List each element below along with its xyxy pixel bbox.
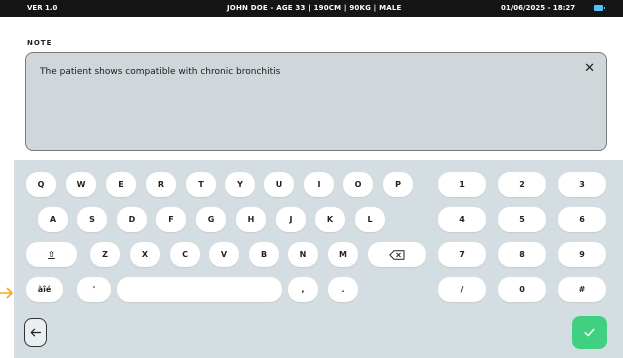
shift-key[interactable]: ⇧	[26, 242, 77, 267]
backspace-key[interactable]	[368, 242, 426, 267]
numpad-key-5[interactable]: 5	[498, 207, 546, 232]
arrow-left-icon	[30, 328, 41, 337]
arrow-right-icon	[0, 287, 13, 299]
numpad-key-8[interactable]: 8	[498, 242, 546, 267]
version-label: VER 1.0	[27, 4, 58, 12]
patient-info: JOHN DOE - AGE 33 | 190CM | 90KG | MALE	[227, 4, 402, 12]
numpad-key-hash[interactable]: #	[558, 277, 606, 302]
key-z[interactable]: Z	[90, 242, 120, 267]
numpad-key-1[interactable]: 1	[438, 172, 486, 197]
key-p[interactable]: P	[383, 172, 413, 197]
on-screen-keyboard: Q W E R T Y U I O P A S D F G H J K L ⇧ …	[14, 160, 623, 358]
apostrophe-key[interactable]: '	[77, 277, 111, 302]
key-f[interactable]: F	[156, 207, 186, 232]
backspace-icon	[389, 249, 405, 260]
key-h[interactable]: H	[236, 207, 266, 232]
datetime-label: 01/06/2025 - 18:27	[501, 4, 576, 12]
numpad-key-2[interactable]: 2	[498, 172, 546, 197]
battery-icon	[594, 5, 605, 11]
key-s[interactable]: S	[77, 207, 107, 232]
key-g[interactable]: G	[196, 207, 226, 232]
spacebar-key[interactable]	[117, 277, 282, 302]
key-w[interactable]: W	[66, 172, 96, 197]
key-l[interactable]: L	[355, 207, 385, 232]
key-a[interactable]: A	[38, 207, 68, 232]
key-u[interactable]: U	[264, 172, 294, 197]
period-key[interactable]: .	[328, 277, 358, 302]
note-text: The patient shows compatible with chroni…	[40, 67, 281, 77]
key-x[interactable]: X	[130, 242, 160, 267]
key-r[interactable]: R	[146, 172, 176, 197]
key-e[interactable]: E	[106, 172, 136, 197]
status-bar: VER 1.0 JOHN DOE - AGE 33 | 190CM | 90KG…	[0, 0, 623, 17]
close-icon[interactable]: ✕	[584, 61, 595, 76]
numpad-key-0[interactable]: 0	[498, 277, 546, 302]
key-y[interactable]: Y	[225, 172, 255, 197]
shift-icon: ⇧	[48, 250, 55, 259]
numpad-key-6[interactable]: 6	[558, 207, 606, 232]
checkmark-icon	[584, 328, 595, 337]
numpad-key-3[interactable]: 3	[558, 172, 606, 197]
accent-key[interactable]: àîé	[26, 277, 63, 302]
key-j[interactable]: J	[276, 207, 306, 232]
key-v[interactable]: V	[209, 242, 239, 267]
numpad-key-slash[interactable]: /	[438, 277, 486, 302]
key-t[interactable]: T	[186, 172, 216, 197]
confirm-button[interactable]	[572, 316, 607, 349]
key-d[interactable]: D	[117, 207, 147, 232]
key-i[interactable]: I	[304, 172, 334, 197]
key-c[interactable]: C	[170, 242, 200, 267]
back-button[interactable]	[24, 318, 47, 347]
numpad-key-9[interactable]: 9	[558, 242, 606, 267]
numpad-key-7[interactable]: 7	[438, 242, 486, 267]
numpad-key-4[interactable]: 4	[438, 207, 486, 232]
note-label: NOTE	[27, 39, 53, 47]
key-q[interactable]: Q	[26, 172, 56, 197]
key-o[interactable]: O	[343, 172, 373, 197]
note-textarea[interactable]: The patient shows compatible with chroni…	[25, 52, 607, 151]
key-k[interactable]: K	[315, 207, 345, 232]
key-n[interactable]: N	[288, 242, 318, 267]
key-b[interactable]: B	[249, 242, 279, 267]
comma-key[interactable]: ,	[288, 277, 318, 302]
key-m[interactable]: M	[328, 242, 358, 267]
